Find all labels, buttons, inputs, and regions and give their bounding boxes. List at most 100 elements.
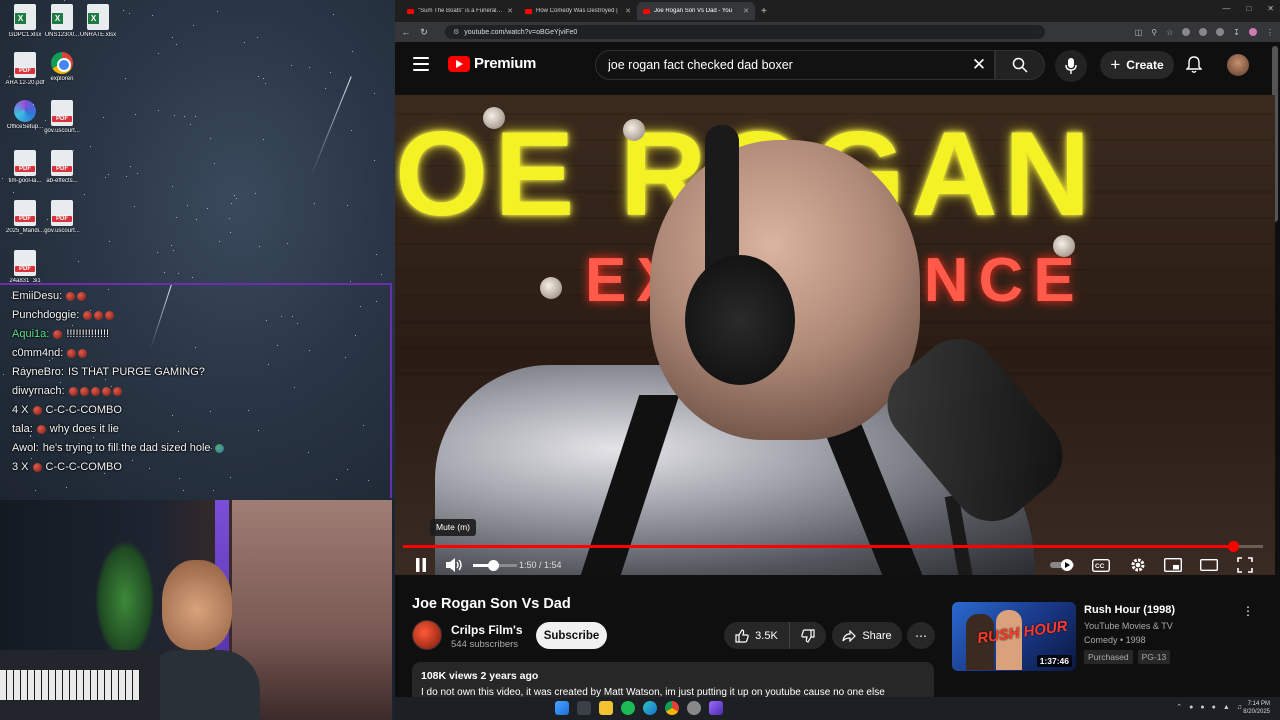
- recommended-title[interactable]: Rush Hour (1998): [1084, 604, 1175, 616]
- chat-message: tala: why does it lie: [12, 420, 390, 439]
- channel-name[interactable]: Crilps Film's: [451, 623, 523, 637]
- desktop-icon-office[interactable]: OfficeSetup...: [5, 100, 45, 130]
- desktop-icon-xls[interactable]: GDPC1.xlsx: [5, 4, 45, 38]
- volume-knob[interactable]: [487, 560, 499, 571]
- speaker-icon[interactable]: ♫: [1237, 704, 1242, 711]
- recommended-video[interactable]: RUSH HOUR 1:37:46 Rush Hour (1998) YouTu…: [952, 600, 1262, 675]
- recommended-menu-icon[interactable]: ⋮: [1242, 604, 1254, 618]
- desktop-icon-pdf[interactable]: gov.uscourt...: [42, 100, 82, 134]
- youtube-header: Premium ✕ + Create: [395, 42, 1280, 90]
- miniplayer-button[interactable]: [1163, 554, 1183, 575]
- task-view-icon[interactable]: [577, 701, 591, 715]
- bookmark-star-icon[interactable]: ☆: [1166, 28, 1173, 37]
- maximize-icon[interactable]: □: [1246, 4, 1251, 13]
- chat-username[interactable]: tala:: [12, 420, 33, 439]
- star: [381, 274, 382, 275]
- description-box[interactable]: 108K views 2 years ago I do not own this…: [412, 662, 934, 702]
- chat-username[interactable]: 4 X: [12, 401, 29, 420]
- tray-app-icon[interactable]: ●: [1200, 704, 1204, 711]
- obs-icon[interactable]: [709, 701, 723, 715]
- chrome-icon[interactable]: [665, 701, 679, 715]
- browser-tab[interactable]: Joe Rogan Son Vs Dad - You ✕: [637, 2, 755, 20]
- chat-username[interactable]: RayneBro:: [12, 363, 64, 382]
- back-icon[interactable]: ←: [401, 27, 411, 37]
- desktop-icon-pdf[interactable]: tim-pool-la...: [5, 150, 45, 184]
- chat-username[interactable]: Punchdoggie:: [12, 306, 79, 325]
- taskbar-clock[interactable]: 7:14 PM 8/20/2025: [1243, 700, 1270, 716]
- tray-app-icon[interactable]: ●: [1189, 704, 1193, 711]
- chat-username[interactable]: Aqui1a:: [12, 325, 49, 344]
- desktop-icon-xls[interactable]: UNRATE.xlsx: [78, 4, 118, 38]
- edge-icon[interactable]: [643, 701, 657, 715]
- channel-avatar[interactable]: [412, 620, 442, 650]
- theater-mode-button[interactable]: [1199, 554, 1219, 575]
- chat-username[interactable]: Awol:: [12, 439, 39, 458]
- captions-button[interactable]: CC: [1091, 554, 1111, 575]
- profile-icon[interactable]: [1249, 28, 1257, 36]
- chat-username[interactable]: 3 X: [12, 458, 29, 477]
- chat-username[interactable]: c0mm4nd:: [12, 344, 63, 363]
- mute-button[interactable]: [445, 554, 465, 575]
- extension-icon[interactable]: [1216, 28, 1225, 36]
- recommended-thumbnail[interactable]: RUSH HOUR 1:37:46: [952, 602, 1076, 671]
- settings-icon[interactable]: [687, 701, 701, 715]
- zoom-icon[interactable]: ⚲: [1151, 28, 1157, 37]
- tab-close-icon[interactable]: ✕: [507, 7, 513, 15]
- tray-expand-icon[interactable]: ⌃: [1176, 703, 1182, 711]
- subscribe-button[interactable]: Subscribe: [536, 622, 607, 649]
- search-button[interactable]: [995, 50, 1045, 80]
- sign-bulb: [623, 119, 645, 141]
- desktop-icon-pdf[interactable]: ARA 12-20.pdf: [5, 52, 45, 86]
- youtube-logo[interactable]: Premium: [448, 55, 536, 72]
- site-info-icon[interactable]: ⚙: [453, 28, 459, 36]
- extension-icon[interactable]: [1182, 28, 1191, 36]
- desktop-icon-pdf[interactable]: 2025_Mandi...: [5, 200, 45, 234]
- desktop-icon-pdf[interactable]: 24a831_3i1: [5, 250, 45, 284]
- recommended-channel[interactable]: YouTube Movies & TV: [1084, 621, 1173, 631]
- notifications-button[interactable]: [1183, 54, 1205, 76]
- autoplay-toggle[interactable]: [1050, 554, 1076, 575]
- downloads-icon[interactable]: ↧: [1233, 28, 1240, 37]
- tray-app-icon[interactable]: ●: [1212, 704, 1216, 711]
- reload-icon[interactable]: ↻: [419, 27, 429, 38]
- new-tab-button[interactable]: +: [755, 6, 773, 17]
- fullscreen-button[interactable]: [1235, 554, 1255, 575]
- browser-tab[interactable]: "Sum The Boats" is a Funeral M ✕: [401, 2, 519, 20]
- volume-slider[interactable]: [473, 560, 517, 571]
- close-icon[interactable]: ✕: [1267, 4, 1274, 13]
- account-avatar[interactable]: [1227, 54, 1249, 76]
- desktop-icon-pdf[interactable]: ab-effects...: [42, 150, 82, 184]
- windows-start-icon[interactable]: [555, 701, 569, 715]
- desktop-icon-chrome[interactable]: exploren: [42, 52, 82, 82]
- spotify-icon[interactable]: [621, 701, 635, 715]
- chat-emotes: [83, 311, 115, 320]
- desktop-icon-xls[interactable]: UNS12300...: [42, 4, 82, 38]
- browser-tab[interactable]: How Comedy Was Destroyed | ✕: [519, 2, 637, 20]
- settings-button[interactable]: [1128, 554, 1148, 575]
- desktop-icon-pdf[interactable]: gov.uscourt...: [42, 200, 82, 234]
- voice-search-button[interactable]: [1055, 50, 1087, 82]
- progress-bar[interactable]: [403, 541, 1263, 552]
- pause-button[interactable]: [413, 554, 429, 575]
- video-player[interactable]: OE ROGAN EXPERIENCE Mute (m): [395, 95, 1275, 575]
- url-field[interactable]: ⚙ youtube.com/watch?v=oBGeYjviFe0: [445, 25, 1045, 39]
- share-button[interactable]: Share: [832, 622, 902, 649]
- hamburger-menu-icon[interactable]: [413, 57, 429, 71]
- minimize-icon[interactable]: —: [1222, 4, 1230, 13]
- clear-search-icon[interactable]: ✕: [964, 55, 994, 75]
- wifi-icon[interactable]: ▲: [1223, 704, 1230, 711]
- like-button[interactable]: 3.5K: [724, 622, 790, 649]
- dislike-button[interactable]: [790, 622, 826, 649]
- menu-dots-icon[interactable]: ⋮: [1266, 28, 1274, 37]
- more-actions-button[interactable]: ⋯: [907, 622, 935, 649]
- tab-close-icon[interactable]: ✕: [625, 7, 631, 15]
- extension-icon[interactable]: [1199, 28, 1208, 36]
- chat-username[interactable]: EmiiDesu:: [12, 287, 62, 306]
- file-explorer-icon[interactable]: [599, 701, 613, 715]
- star: [69, 24, 70, 25]
- install-icon[interactable]: ◫: [1135, 28, 1143, 37]
- chat-username[interactable]: diwyrnach:: [12, 382, 65, 401]
- tab-close-icon[interactable]: ✕: [743, 7, 749, 15]
- search-input[interactable]: [608, 58, 964, 72]
- create-button[interactable]: + Create: [1100, 51, 1174, 79]
